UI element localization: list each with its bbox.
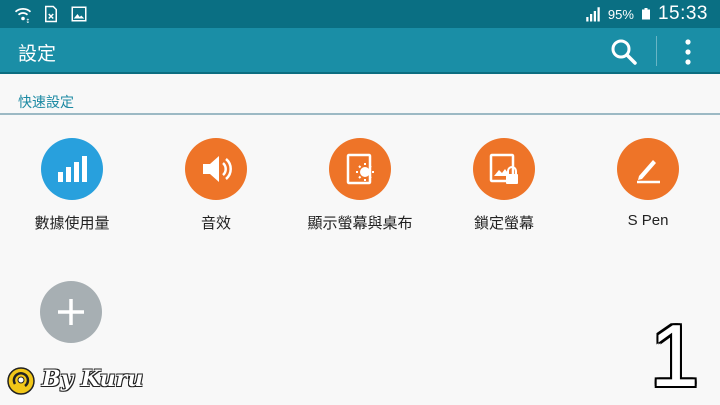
quick-setting-label: 數據使用量 [34, 215, 110, 232]
quick-setting-label: 鎖定螢幕 [473, 215, 534, 232]
quick-setting-label: 顯示螢幕與桌布 [307, 215, 413, 232]
watermark: By Kuru [6, 364, 156, 398]
watermark-logo-icon [7, 367, 35, 395]
status-bar-right: 95% 15:33 [584, 3, 708, 25]
search-icon[interactable] [609, 37, 639, 67]
gallery-icon [71, 6, 87, 22]
quick-setting-label: 音效 [200, 215, 231, 232]
data-usage-icon [41, 138, 103, 200]
quick-setting-sound[interactable]: 音效 [144, 136, 288, 246]
status-bar: ↕ 95% 15:33 [0, 0, 720, 28]
section-header-quick-settings: 快速設定 [18, 94, 74, 110]
signal-icon [586, 7, 600, 22]
quick-setting-data-usage[interactable]: 數據使用量 [0, 136, 144, 246]
action-bar-divider [656, 36, 657, 66]
page-number: 1 [650, 306, 699, 405]
page-title: 設定 [18, 44, 57, 65]
quick-setting-lock-screen[interactable]: 鎖定螢幕 [432, 136, 576, 246]
sim-card-icon [45, 5, 57, 23]
battery-percent: 95% [607, 6, 634, 22]
svg-text:↕: ↕ [25, 18, 30, 23]
wifi-icon: ↕ [14, 7, 32, 23]
watermark-text: By Kuru [42, 366, 144, 392]
status-bar-left: ↕ [14, 5, 88, 23]
action-bar: 設定 [0, 28, 720, 74]
clock: 15:33 [657, 3, 708, 24]
add-quick-setting-button[interactable] [40, 281, 102, 343]
s-pen-icon [617, 138, 679, 200]
settings-screen: ↕ 95% 15:33 設定 快速設定 數據使用量 音效 顯示螢幕與桌布 鎖定螢… [0, 0, 720, 405]
lock-screen-icon [473, 138, 535, 200]
more-vert-icon[interactable] [676, 37, 700, 67]
plus-icon [58, 299, 84, 325]
quick-setting-display[interactable]: 顯示螢幕與桌布 [288, 136, 432, 246]
display-icon [329, 138, 391, 200]
battery-icon [641, 8, 650, 20]
quick-setting-s-pen[interactable]: S Pen [576, 136, 720, 246]
section-divider [0, 113, 720, 115]
quick-setting-label: S Pen [627, 212, 669, 229]
volume-icon [185, 138, 247, 200]
